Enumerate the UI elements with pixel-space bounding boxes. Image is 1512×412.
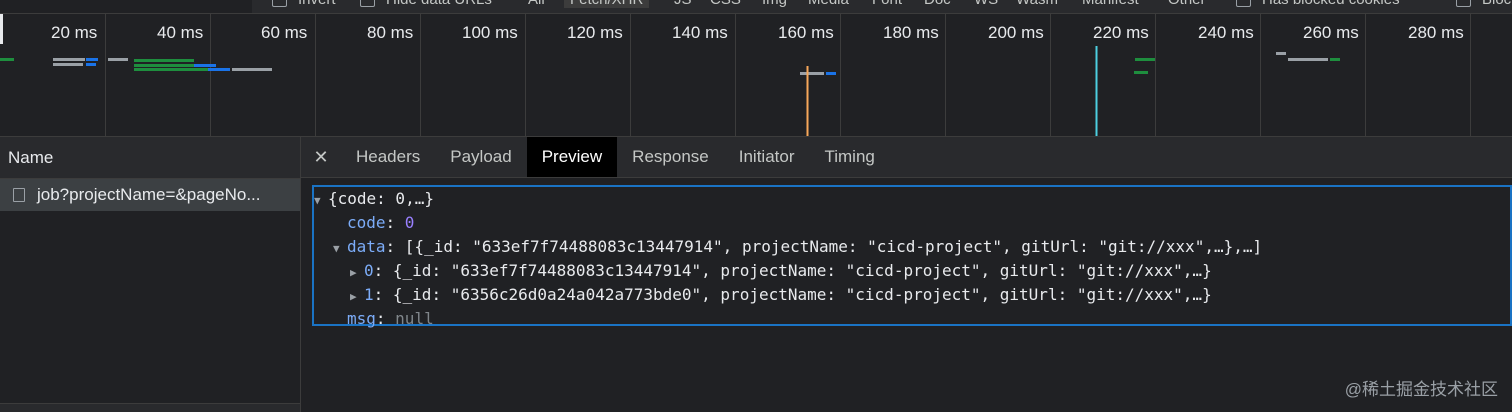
tab-payload[interactable]: Payload xyxy=(435,137,526,177)
tab-timing[interactable]: Timing xyxy=(809,137,889,177)
file-icon xyxy=(13,188,25,202)
item-summary: {_id: "633ef7f74488083c13447914", projec… xyxy=(392,261,1212,280)
root-summary: {code: 0,…} xyxy=(328,189,434,208)
request-bars xyxy=(0,52,1340,75)
filter-input[interactable] xyxy=(0,0,252,13)
data-summary: [{_id: "633ef7f74488083c13447914", proje… xyxy=(404,237,1263,256)
data-key: data xyxy=(347,237,386,256)
code-key: code xyxy=(347,213,386,232)
timeline-tick-label: 260 ms xyxy=(1303,23,1359,42)
timeline-tick-label: 220 ms xyxy=(1093,23,1149,42)
type-filter-ws[interactable]: WS xyxy=(974,0,998,8)
timeline-overview[interactable]: 20 ms 40 ms 60 ms 80 ms 100 ms 120 ms 14… xyxy=(0,14,1512,137)
item-summary: {_id: "6356c26d0a24a042a773bde0", projec… xyxy=(392,285,1212,304)
type-filter-font[interactable]: Font xyxy=(872,0,902,8)
type-filter-img[interactable]: Img xyxy=(762,0,787,8)
tab-initiator[interactable]: Initiator xyxy=(724,137,810,177)
type-filter-other[interactable]: Other xyxy=(1168,0,1206,8)
code-value: 0 xyxy=(404,213,415,232)
timeline-tick-label: 140 ms xyxy=(672,23,728,42)
tree-root-row[interactable]: ▼ {code: 0,…} xyxy=(314,187,434,211)
filter-toolbar: Invert Hide data URLs All Fetch/XHR JS C… xyxy=(0,0,1512,14)
timeline-tick-label: 280 ms xyxy=(1408,23,1464,42)
expanded-triangle-icon[interactable]: ▼ xyxy=(314,189,328,213)
timeline-tick-label: 120 ms xyxy=(567,23,623,42)
type-filter-js[interactable]: JS xyxy=(674,0,692,8)
item-index: 0 xyxy=(364,261,374,280)
name-column-header[interactable]: Name xyxy=(0,137,300,179)
blocked-cookies-checkbox[interactable] xyxy=(1236,0,1251,7)
type-filter-fetch-xhr[interactable]: Fetch/XHR xyxy=(564,0,650,8)
type-filter-doc[interactable]: Doc xyxy=(924,0,951,8)
tab-response[interactable]: Response xyxy=(617,137,724,177)
hide-data-urls-checkbox[interactable] xyxy=(360,0,375,7)
msg-value: null xyxy=(395,309,434,328)
watermark: @稀土掘金技术社区 xyxy=(1344,380,1498,399)
close-icon[interactable]: ✕ xyxy=(301,137,341,177)
tab-headers[interactable]: Headers xyxy=(341,137,435,177)
collapsed-triangle-icon[interactable]: ▶ xyxy=(350,285,364,309)
timeline-selection-handle[interactable] xyxy=(0,14,3,44)
detail-tabs: ✕ Headers Payload Preview Response Initi… xyxy=(301,137,1512,178)
timeline-tick-label: 80 ms xyxy=(367,23,414,42)
timeline-tick-label: 100 ms xyxy=(462,23,518,42)
tree-row-data[interactable]: ▼ data: [{_id: "633ef7f74488083c13447914"… xyxy=(333,235,1262,259)
request-row[interactable]: job?projectName=&pageNo... xyxy=(0,179,300,211)
timeline-tick-label: 200 ms xyxy=(988,23,1044,42)
request-list-panel: Name job?projectName=&pageNo... xyxy=(0,137,301,412)
type-filter-wasm[interactable]: Wasm xyxy=(1016,0,1058,8)
type-filter-css[interactable]: CSS xyxy=(710,0,741,8)
type-filter-all[interactable]: All xyxy=(528,0,545,8)
msg-key: msg xyxy=(347,309,376,328)
blocked-cookies-label: Has blocked cookies xyxy=(1262,0,1400,8)
request-detail-panel: ✕ Headers Payload Preview Response Initi… xyxy=(301,137,1512,412)
tab-preview[interactable]: Preview xyxy=(526,137,618,177)
type-filter-media[interactable]: Media xyxy=(808,0,849,8)
blocked-requests-label: Blocked Requests xyxy=(1482,0,1512,8)
type-filter-manifest[interactable]: Manifest xyxy=(1082,0,1139,8)
collapsed-triangle-icon[interactable]: ▶ xyxy=(350,261,364,285)
timeline-tick-label: 60 ms xyxy=(261,23,308,42)
invert-label: Invert xyxy=(298,0,336,8)
blocked-requests-checkbox[interactable] xyxy=(1456,0,1471,7)
json-preview-tree[interactable]: ▼ {code: 0,…} code: 0 ▼ data: [{_id: "633e… xyxy=(312,185,1512,328)
tree-row-msg: msg: null xyxy=(347,309,434,328)
status-bar xyxy=(0,403,300,412)
hide-data-urls-label: Hide data URLs xyxy=(386,0,492,8)
invert-checkbox[interactable] xyxy=(272,0,287,7)
tree-row-item[interactable]: ▶ 1: {_id: "6356c26d0a24a042a773bde0", pr… xyxy=(350,283,1212,307)
tree-row-item[interactable]: ▶ 0: {_id: "633ef7f74488083c13447914", pr… xyxy=(350,259,1212,283)
expanded-triangle-icon[interactable]: ▼ xyxy=(333,237,347,261)
tree-row-code: code: 0 xyxy=(347,213,415,232)
timeline-canvas xyxy=(0,14,1471,136)
timeline-tick-label: 20 ms xyxy=(51,23,98,42)
timeline-tick-label: 180 ms xyxy=(883,23,939,42)
timeline-tick-label: 240 ms xyxy=(1198,23,1254,42)
request-name: job?projectName=&pageNo... xyxy=(37,185,261,204)
timeline-tick-label: 160 ms xyxy=(778,23,834,42)
timeline-tick-label: 40 ms xyxy=(157,23,204,42)
item-index: 1 xyxy=(364,285,374,304)
